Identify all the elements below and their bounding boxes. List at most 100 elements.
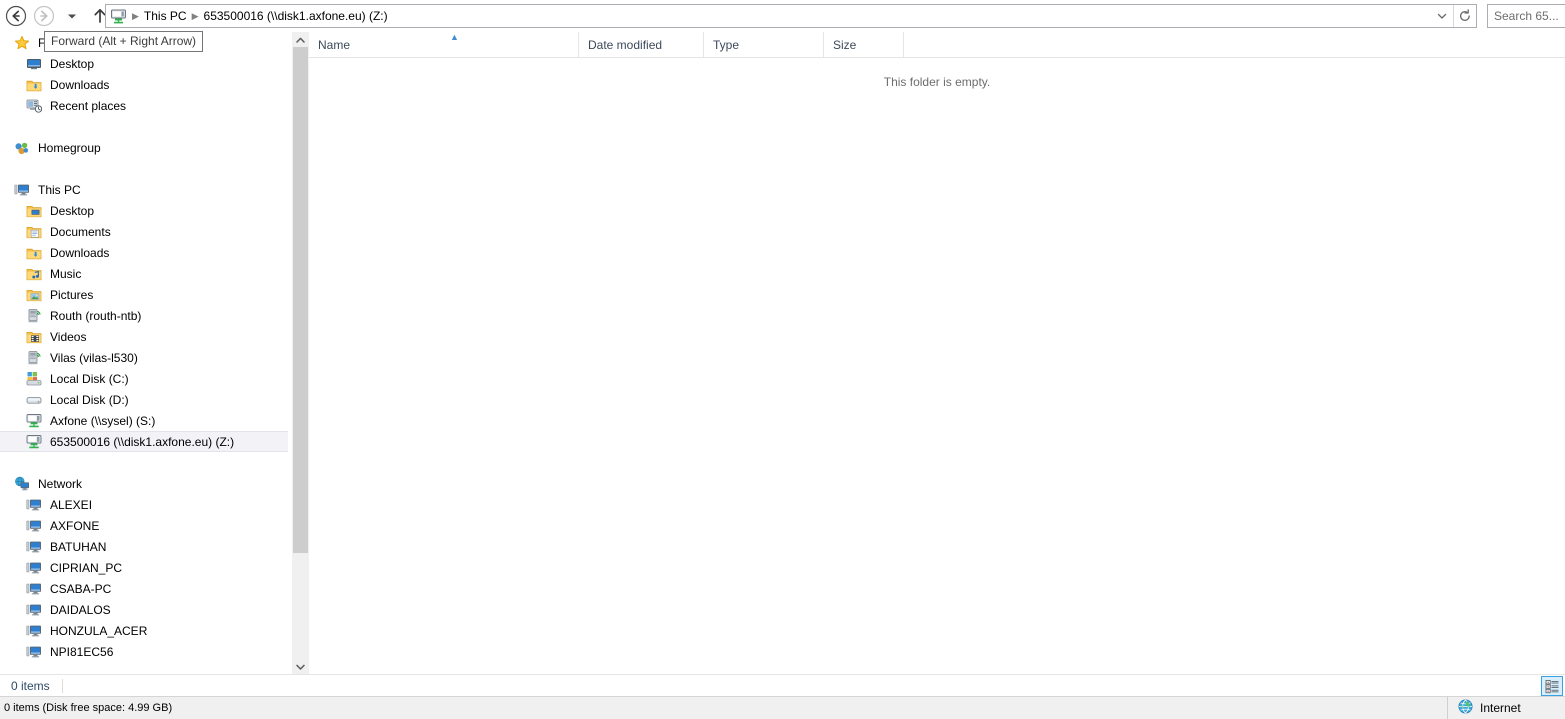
sidebar-group-label: Homegroup [38, 141, 101, 155]
sidebar-group-this-pc[interactable]: This PC [0, 179, 288, 200]
recent-locations-button[interactable] [60, 4, 84, 28]
forward-arrow-icon [33, 5, 55, 27]
breadcrumb-item-current[interactable]: 653500016 (\\disk1.axfone.eu) (Z:) [204, 9, 388, 23]
recent-places-icon [26, 98, 42, 114]
computer-icon [14, 182, 30, 198]
sidebar-item-label: Axfone (\\sysel) (S:) [50, 414, 155, 428]
sidebar-item-batuhan[interactable]: BATUHAN [0, 536, 288, 557]
sidebar-item-label: NPI81EC56 [50, 645, 113, 659]
sidebar-item-label: BATUHAN [50, 540, 106, 554]
column-header-date-modified[interactable]: Date modified [578, 32, 703, 57]
sort-ascending-icon: ▲ [450, 34, 460, 41]
breadcrumb-item-this-pc[interactable]: This PC [144, 9, 187, 23]
documents-folder-icon [26, 224, 42, 240]
sidebar-group-label: This PC [38, 183, 81, 197]
status-item-count: 0 items [0, 679, 63, 693]
sidebar-item-recent-places[interactable]: Recent places [0, 95, 288, 116]
globe-icon [1458, 699, 1473, 717]
sidebar-item-label: HONZULA_ACER [50, 624, 147, 638]
videos-folder-icon [26, 329, 42, 345]
network-drive-icon [26, 413, 42, 429]
breadcrumb-separator: ▶ [187, 11, 204, 22]
address-bar[interactable]: ▶ This PC ▶ 653500016 (\\disk1.axfone.eu… [105, 4, 1477, 28]
sidebar-group-homegroup[interactable]: Homegroup [0, 137, 288, 158]
sidebar-item-local-disk-d[interactable]: Local Disk (D:) [0, 389, 288, 410]
sidebar-item-label: ALEXEI [50, 498, 92, 512]
computer-icon [26, 602, 42, 618]
chevron-up-icon [296, 37, 305, 43]
sidebar-item-npi81ec56[interactable]: NPI81EC56 [0, 641, 288, 662]
details-view-button[interactable] [1541, 676, 1563, 696]
user-share-icon [26, 350, 42, 366]
navigation-pane-scrollbar[interactable] [291, 32, 309, 674]
chevron-down-icon [296, 664, 305, 670]
search-input[interactable]: Search 65... [1487, 4, 1565, 28]
sidebar-item-ciprian-pc[interactable]: CIPRIAN_PC [0, 557, 288, 578]
sidebar-group-network[interactable]: Network [0, 473, 288, 494]
refresh-icon [1458, 9, 1472, 23]
sidebar-item-desktop-fav[interactable]: Desktop [0, 53, 288, 74]
pictures-folder-icon [26, 287, 42, 303]
scroll-down-button[interactable] [292, 659, 309, 674]
address-bar-controls [1431, 5, 1476, 27]
computer-icon [26, 518, 42, 534]
sidebar-item-desktop[interactable]: Desktop [0, 200, 288, 221]
sidebar-item-label: Local Disk (C:) [50, 372, 129, 386]
previous-locations-button[interactable] [1431, 5, 1453, 27]
sidebar-item-routh[interactable]: Routh (routh-ntb) [0, 305, 288, 326]
sidebar-item-label: Videos [50, 330, 86, 344]
column-header-label: Name [318, 38, 350, 52]
forward-button[interactable] [32, 4, 56, 28]
sidebar-item-alexei[interactable]: ALEXEI [0, 494, 288, 515]
downloads-folder-icon [26, 77, 42, 93]
star-icon [14, 35, 30, 51]
browser-status-bar: 0 items (Disk free space: 4.99 GB) Inter… [0, 696, 1565, 719]
sidebar-item-music[interactable]: Music [0, 263, 288, 284]
scroll-up-button[interactable] [292, 32, 309, 47]
column-header-end-divider [903, 32, 913, 57]
navigation-pane: Favorites Desktop Downloads [0, 32, 288, 674]
chevron-down-icon [1436, 10, 1448, 22]
scrollbar-thumb[interactable] [293, 47, 308, 553]
sidebar-item-label: Desktop [50, 57, 94, 71]
downloads-folder-icon [26, 245, 42, 261]
navigation-bar: ▶ This PC ▶ 653500016 (\\disk1.axfone.eu… [0, 0, 1565, 32]
column-header-name[interactable]: Name ▲ [309, 32, 578, 57]
sidebar-spacer [0, 158, 288, 179]
sidebar-item-videos[interactable]: Videos [0, 326, 288, 347]
file-list-pane[interactable]: Name ▲ Date modified Type Size This fold… [309, 32, 1565, 674]
system-drive-icon [26, 371, 42, 387]
chevron-down-icon [65, 9, 79, 23]
sidebar-item-axfone-share[interactable]: Axfone (\\sysel) (S:) [0, 410, 288, 431]
back-button[interactable] [4, 4, 28, 28]
sidebar-spacer [0, 116, 288, 137]
sidebar-item-documents[interactable]: Documents [0, 221, 288, 242]
music-folder-icon [26, 266, 42, 282]
column-header-size[interactable]: Size [823, 32, 903, 57]
sidebar-item-label: Documents [50, 225, 111, 239]
sidebar-item-label: Local Disk (D:) [50, 393, 129, 407]
sidebar-item-local-disk-c[interactable]: Local Disk (C:) [0, 368, 288, 389]
desktop-folder-icon [26, 203, 42, 219]
sidebar-item-653500016[interactable]: 653500016 (\\disk1.axfone.eu) (Z:) [0, 431, 288, 452]
computer-icon [26, 560, 42, 576]
sidebar-spacer [0, 452, 288, 473]
column-header-label: Size [833, 38, 856, 52]
sidebar-item-csaba-pc[interactable]: CSABA-PC [0, 578, 288, 599]
forward-button-tooltip: Forward (Alt + Right Arrow) [44, 31, 203, 52]
sidebar-item-label: Downloads [50, 78, 109, 92]
computer-icon [26, 497, 42, 513]
sidebar-item-downloads-fav[interactable]: Downloads [0, 74, 288, 95]
back-arrow-icon [5, 5, 27, 27]
security-zone-indicator[interactable]: Internet [1447, 697, 1565, 719]
sidebar-item-label: CSABA-PC [50, 582, 111, 596]
sidebar-item-honzula-acer[interactable]: HONZULA_ACER [0, 620, 288, 641]
refresh-button[interactable] [1453, 5, 1476, 27]
sidebar-item-pictures[interactable]: Pictures [0, 284, 288, 305]
view-mode-buttons [1541, 675, 1565, 697]
sidebar-item-daidalos[interactable]: DAIDALOS [0, 599, 288, 620]
sidebar-item-downloads[interactable]: Downloads [0, 242, 288, 263]
sidebar-item-vilas[interactable]: Vilas (vilas-l530) [0, 347, 288, 368]
column-header-type[interactable]: Type [703, 32, 823, 57]
sidebar-item-axfone[interactable]: AXFONE [0, 515, 288, 536]
